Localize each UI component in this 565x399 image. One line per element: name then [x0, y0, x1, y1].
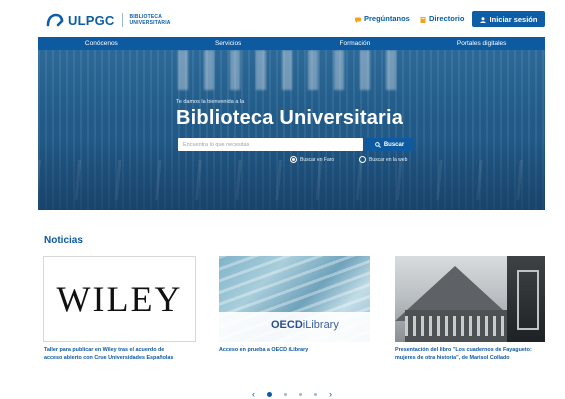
pager-dot[interactable]	[314, 393, 317, 396]
oecd-logo-word: OECD	[271, 319, 303, 331]
news-card-1-caption-line1: Taller para publicar en Wiley tras el ac…	[44, 347, 165, 353]
pager-dot[interactable]	[267, 392, 272, 397]
login-button[interactable]: Iniciar sesión	[472, 11, 545, 27]
ulpgc-logo-icon	[46, 13, 64, 27]
building-arches	[405, 316, 515, 336]
news-card-3-caption-line1: Presentación del libro "Los cuadernos de…	[395, 347, 532, 353]
news-card-3-caption[interactable]: Presentación del libro "Los cuadernos de…	[395, 347, 555, 362]
search-button[interactable]: Buscar	[365, 138, 414, 151]
brand-sub-line2: UNIVERSITARIA	[129, 20, 171, 26]
main-nav: Conócenos Servicios Formación Portales d…	[38, 37, 545, 50]
news-card-2-caption[interactable]: Acceso en prueba a OECD iLibrary	[219, 347, 379, 355]
pager-next-button[interactable]: ›	[329, 390, 332, 399]
pager-dot[interactable]	[299, 393, 302, 396]
pager-prev-button[interactable]: ‹	[252, 390, 255, 399]
news-card-3-caption-line2: mujeres de otra historia", de Marisol Co…	[395, 354, 510, 361]
site-header: ULPGC BIBLIOTECA UNIVERSITARIA Pregúntan…	[0, 0, 565, 36]
news-card-1-caption-line2: acceso abierto con Crue Universidades Es…	[44, 354, 174, 361]
ask-us-label: Pregúntanos	[364, 14, 410, 23]
book-icon	[420, 16, 426, 23]
pager-dot[interactable]	[284, 393, 287, 396]
logo-divider	[121, 13, 123, 27]
news-card-2-image[interactable]: OECDiLibrary	[219, 256, 370, 342]
user-icon	[479, 16, 486, 23]
news-card-3-image[interactable]	[395, 256, 545, 342]
oecd-ilibrary-logo: OECDiLibrary	[271, 319, 339, 331]
search-input[interactable]: Encuentra lo que necesitas	[178, 138, 363, 151]
wiley-logo: WILEY	[56, 279, 183, 319]
brand-name: ULPGC	[68, 12, 115, 28]
login-label: Iniciar sesión	[489, 14, 538, 24]
search-icon	[374, 141, 381, 148]
radio-faro-label: Buscar en Faro	[300, 156, 335, 163]
ulpgc-logo[interactable]: ULPGC BIBLIOTECA UNIVERSITARIA	[46, 12, 171, 28]
chat-icon	[355, 16, 361, 23]
ask-us-link[interactable]: Pregúntanos	[355, 14, 410, 23]
hero-welcome-text: Te damos la bienvenida a la	[176, 99, 245, 105]
ilibrary-logo-word: iLibrary	[302, 319, 339, 331]
radio-search-web[interactable]: Buscar en la web	[359, 156, 407, 163]
nav-item-formacion[interactable]: Formación	[292, 37, 419, 50]
news-card-1-caption[interactable]: Taller para publicar en Wiley tras el ac…	[44, 347, 204, 362]
radio-search-faro[interactable]: Buscar en Faro	[290, 156, 334, 163]
radio-faro-indicator[interactable]	[290, 156, 297, 163]
ceiling-lights	[178, 50, 408, 90]
radio-web-indicator[interactable]	[359, 156, 366, 163]
news-card-2-caption-line1: Acceso en prueba a OECD iLibrary	[219, 347, 309, 353]
search-button-label: Buscar	[383, 141, 405, 148]
news-section-title: Noticias	[44, 235, 83, 246]
news-pager: ‹ ›	[252, 390, 332, 399]
nav-item-portales-digitales[interactable]: Portales digitales	[418, 37, 545, 50]
hero-banner: Te damos la bienvenida a la Biblioteca U…	[38, 50, 545, 210]
radio-web-label: Buscar en la web	[369, 156, 408, 163]
brand-subtitle: BIBLIOTECA UNIVERSITARIA	[130, 14, 171, 26]
hero-title: Biblioteca Universitaria	[176, 107, 404, 129]
news-card-1-image[interactable]: WILEY	[43, 256, 196, 342]
nav-item-conocenos[interactable]: Conócenos	[38, 37, 165, 50]
directory-link[interactable]: Directorio	[420, 14, 464, 23]
nav-item-servicios[interactable]: Servicios	[165, 37, 292, 50]
portrait-frame	[517, 270, 539, 330]
directory-label: Directorio	[429, 14, 465, 23]
